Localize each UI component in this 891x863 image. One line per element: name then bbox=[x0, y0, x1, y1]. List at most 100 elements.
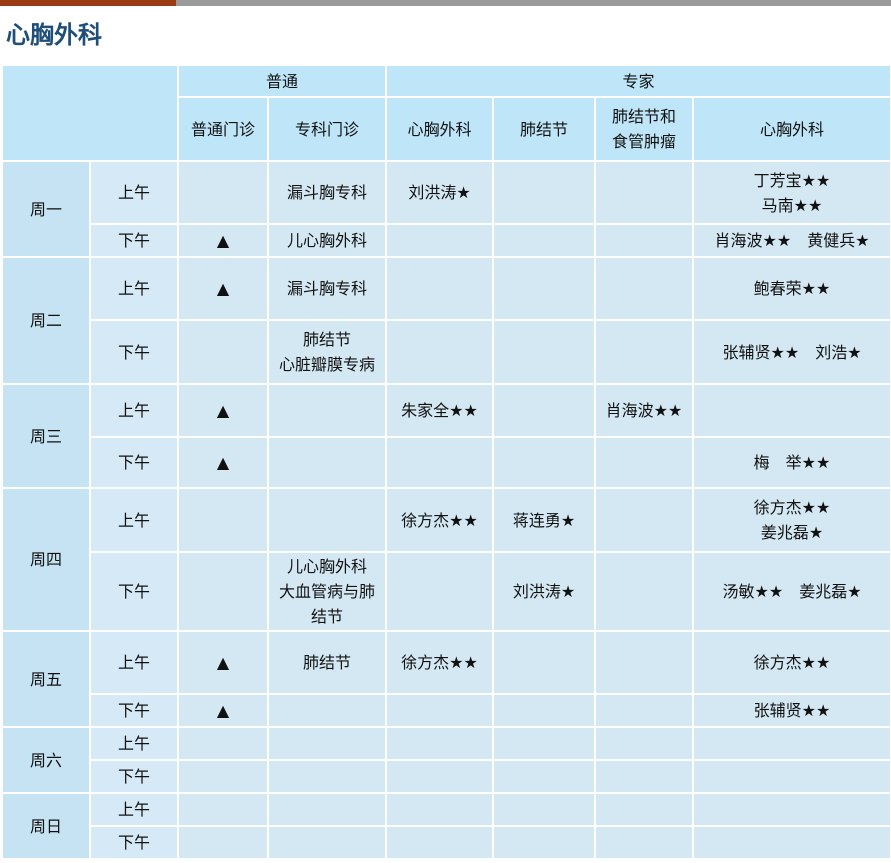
cell-thoracic: 刘洪涛★ bbox=[385, 160, 495, 225]
cell-general bbox=[177, 551, 269, 632]
table-row: 下午 bbox=[2, 825, 891, 860]
cell-general bbox=[177, 487, 269, 553]
cell-cardiothoracic: 肖海波★★ 黄健兵★ bbox=[692, 223, 891, 258]
cell-general bbox=[177, 319, 269, 385]
cell-cardiothoracic: 汤敏★★ 姜兆磊★ bbox=[692, 551, 891, 632]
header-corner bbox=[1, 64, 179, 162]
doctor-entry: 姜兆磊★ bbox=[760, 523, 824, 542]
cell-nodule bbox=[492, 256, 597, 321]
day-label-tue: 周二 bbox=[1, 256, 91, 385]
page-title: 心胸外科 bbox=[6, 21, 102, 49]
cell-general bbox=[177, 160, 269, 225]
cell-general bbox=[177, 759, 269, 794]
cell-nodule bbox=[492, 436, 597, 489]
period-label: 下午 bbox=[89, 319, 179, 385]
cell-thoracic bbox=[385, 551, 495, 632]
cell-esophageal bbox=[594, 630, 695, 695]
cell-nodule bbox=[492, 693, 597, 728]
cell-esophageal bbox=[594, 319, 695, 385]
table-row: 周六 上午 bbox=[1, 726, 891, 794]
cell-general: ▲ bbox=[177, 256, 269, 321]
cell-esophageal bbox=[594, 551, 695, 632]
cell-cardiothoracic: 鲍春荣★★ bbox=[692, 256, 891, 321]
cell-nodule: 刘洪涛★ bbox=[492, 551, 597, 632]
cell-esophageal: 肖海波★★ bbox=[594, 383, 695, 438]
cell-cardiothoracic bbox=[692, 726, 891, 761]
header-general: 普通 bbox=[176, 64, 388, 98]
table-row: 下午 ▲ 梅 举★★ bbox=[2, 436, 891, 489]
cell-nodule bbox=[492, 319, 597, 385]
cell-specialty bbox=[266, 693, 388, 728]
header-nodule-esophageal-line1: 肺结节和 bbox=[612, 107, 677, 126]
day-label-sat: 周六 bbox=[1, 726, 91, 794]
cell-cardiothoracic: 张辅贤★★ 刘浩★ bbox=[692, 319, 891, 385]
period-label: 下午 bbox=[89, 223, 179, 258]
cell-general bbox=[177, 792, 269, 827]
cell-cardiothoracic: 张辅贤★★ bbox=[692, 693, 891, 728]
cell-esophageal bbox=[594, 825, 695, 860]
table-row: 周四 上午 徐方杰★★ 蒋连勇★ 徐方杰★★ 姜兆磊★ bbox=[1, 487, 891, 632]
specialty-entry: 儿心胸外科 bbox=[287, 557, 368, 576]
table-row: 周一 上午 漏斗胸专科 刘洪涛★ 丁芳宝★★ 马南★★ bbox=[1, 160, 891, 258]
cell-thoracic: 徐方杰★★ bbox=[385, 487, 495, 553]
cell-thoracic bbox=[385, 223, 495, 258]
cell-specialty bbox=[266, 759, 388, 794]
period-label: 下午 bbox=[89, 693, 179, 728]
day-label-sun: 周日 bbox=[1, 792, 91, 860]
period-label: 上午 bbox=[89, 487, 179, 553]
cell-nodule bbox=[492, 630, 597, 695]
cell-general: ▲ bbox=[177, 223, 269, 258]
cell-nodule bbox=[492, 223, 597, 258]
cell-esophageal bbox=[594, 487, 695, 553]
cell-cardiothoracic: 梅 举★★ bbox=[692, 436, 891, 489]
cell-cardiothoracic: 丁芳宝★★ 马南★★ bbox=[692, 160, 891, 225]
period-label: 上午 bbox=[89, 630, 179, 695]
cell-esophageal bbox=[594, 792, 695, 827]
specialty-entry: 肺结节 bbox=[303, 330, 352, 349]
cell-specialty: 儿心胸外科 bbox=[266, 223, 388, 258]
header-specialty-clinic: 专科门诊 bbox=[266, 96, 388, 162]
header-cardiothoracic: 心胸外科 bbox=[692, 96, 891, 162]
cell-thoracic: 朱家全★★ bbox=[385, 383, 495, 438]
table-row: 周二 上午 ▲ 漏斗胸专科 鲍春荣★★ bbox=[1, 256, 891, 385]
cell-specialty bbox=[266, 792, 388, 827]
table-row: 下午 bbox=[2, 759, 891, 794]
table-row: 下午 肺结节 心脏瓣膜专病 张辅贤★★ 刘浩★ bbox=[2, 319, 891, 385]
cell-esophageal bbox=[594, 759, 695, 794]
period-label: 上午 bbox=[89, 792, 179, 827]
cell-esophageal bbox=[594, 160, 695, 225]
day-label-mon: 周一 bbox=[1, 160, 91, 258]
cell-nodule bbox=[492, 726, 597, 761]
cell-specialty: 漏斗胸专科 bbox=[266, 160, 388, 225]
table-row: 周日 上午 bbox=[1, 792, 891, 860]
cell-esophageal bbox=[594, 436, 695, 489]
cell-thoracic bbox=[385, 792, 495, 827]
cell-nodule bbox=[492, 792, 597, 827]
doctor-entry: 马南★★ bbox=[761, 195, 823, 215]
cell-cardiothoracic bbox=[692, 759, 891, 794]
cell-specialty: 肺结节 心脏瓣膜专病 bbox=[266, 319, 388, 385]
header-nodule-esophageal: 肺结节和 食管肿瘤 bbox=[594, 96, 695, 162]
period-label: 上午 bbox=[89, 726, 179, 761]
header-row-group: 普通 专家 bbox=[1, 64, 891, 162]
period-label: 下午 bbox=[89, 825, 179, 860]
cell-nodule bbox=[492, 160, 597, 225]
header-expert: 专家 bbox=[385, 64, 891, 98]
cell-nodule bbox=[492, 825, 597, 860]
cell-general: ▲ bbox=[177, 383, 269, 438]
schedule-table: 普通 专家 普通门诊 专科门诊 心胸外科 肺结节 肺结节和 食管肿瘤 心胸外科 … bbox=[1, 64, 891, 860]
period-label: 上午 bbox=[89, 383, 179, 438]
cell-cardiothoracic: 徐方杰★★ bbox=[692, 630, 891, 695]
cell-cardiothoracic bbox=[692, 383, 891, 438]
cell-cardiothoracic bbox=[692, 825, 891, 860]
cell-thoracic bbox=[385, 436, 495, 489]
cell-specialty: 儿心胸外科 大血管病与肺 结节 bbox=[266, 551, 388, 632]
cell-esophageal bbox=[594, 256, 695, 321]
specialty-entry: 结节 bbox=[311, 607, 344, 626]
day-label-thu: 周四 bbox=[1, 487, 91, 632]
cell-general: ▲ bbox=[177, 693, 269, 728]
header-general-clinic: 普通门诊 bbox=[177, 96, 269, 162]
doctor-entry: 徐方杰★★ bbox=[753, 498, 831, 517]
cell-general: ▲ bbox=[177, 436, 269, 489]
cell-nodule: 蒋连勇★ bbox=[492, 487, 597, 553]
